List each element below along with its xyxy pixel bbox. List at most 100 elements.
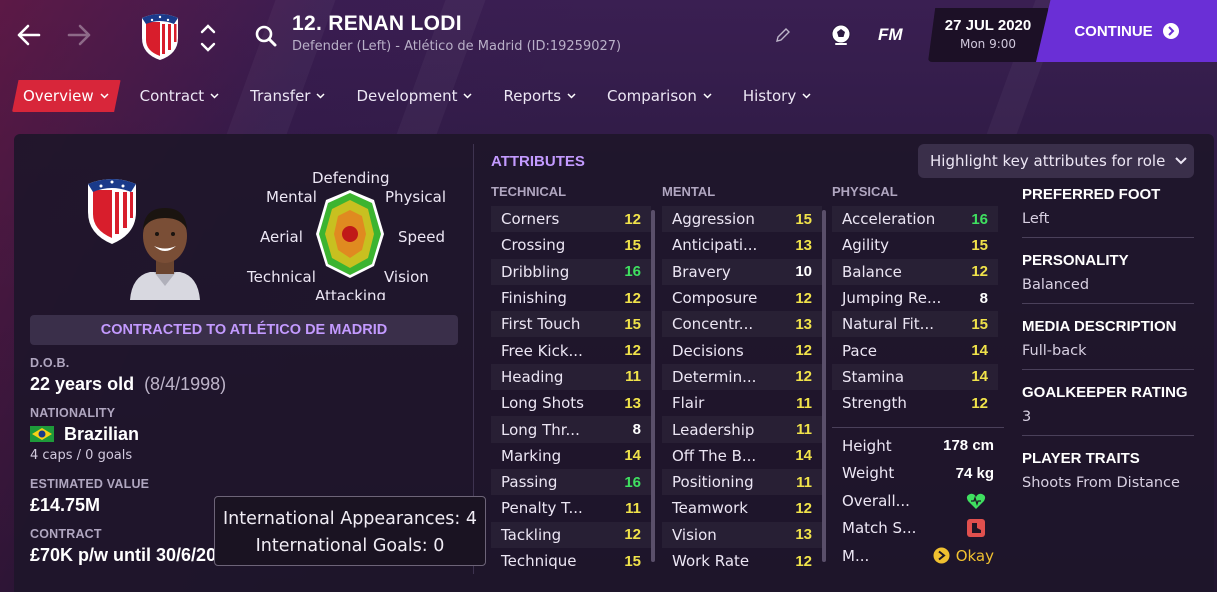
attribute-row[interactable]: Free Kick... 12 [491,337,651,363]
attribute-row[interactable]: Agility 15 [832,232,998,258]
football-icon[interactable] [828,22,854,48]
attribute-value: 13 [795,236,812,254]
attribute-value: 12 [624,289,641,307]
attribute-name: Dribbling [501,262,570,281]
chevron-down-icon [1175,157,1188,165]
attribute-row[interactable]: Natural Fit... 15 [832,311,998,338]
back-arrow-icon[interactable] [12,18,46,52]
attribute-row[interactable]: Concentr... 13 [662,311,822,338]
forward-arrow-icon[interactable] [62,18,96,52]
age-value: 22 years old (8/4/1998) [30,374,226,395]
fm-logo[interactable]: FM [878,25,903,45]
attribute-row[interactable]: Aggression 15 [662,206,822,233]
overall-condition-row[interactable]: Overall... [832,487,1004,515]
chevron-down-icon [463,93,472,99]
polar-label-speed: Speed [398,228,446,246]
attribute-row[interactable]: Jumping Re... 8 [832,285,998,311]
attribute-row[interactable]: Leadership 11 [662,416,822,443]
continue-button[interactable]: CONTINUE [1036,0,1217,62]
contract-label: CONTRACT [30,527,102,541]
attribute-row[interactable]: Long Thr... 8 [491,416,651,443]
scrollbar[interactable] [651,210,655,562]
attribute-row[interactable]: Corners 12 [491,206,651,233]
attribute-name: First Touch [501,315,581,334]
attribute-row[interactable]: Strength 12 [832,390,998,416]
attribute-value: 12 [624,210,641,228]
personality-value[interactable]: Balanced [1022,277,1194,293]
media-description-block: MEDIA DESCRIPTION Full-back [1022,318,1194,370]
polar-label-defending: Defending [312,169,390,187]
tab-comparison[interactable]: Comparison [596,80,724,112]
attribute-row[interactable]: Passing 16 [491,468,651,496]
attribute-row[interactable]: Bravery 10 [662,258,822,285]
attribute-value: 13 [795,526,812,544]
media-description-value[interactable]: Full-back [1022,343,1194,359]
attribute-row[interactable]: Technique 15 [491,548,651,574]
tab-history[interactable]: History [732,80,823,112]
tab-reports[interactable]: Reports [492,80,588,112]
attribute-value: 15 [971,315,988,333]
tab-transfer[interactable]: Transfer [239,80,337,112]
attribute-name: Off The B... [672,446,757,465]
preferred-foot-block: PREFERRED FOOT Left [1022,186,1194,238]
attribute-value: 14 [971,342,988,360]
pencil-icon[interactable] [774,26,792,44]
tab-label: Comparison [607,87,697,105]
preferred-foot-label: PREFERRED FOOT [1022,186,1161,203]
tab-contract[interactable]: Contract [129,80,232,112]
attribute-value: 14 [971,368,988,386]
attribute-value: 8 [632,421,641,439]
game-date[interactable]: 27 JUL 2020 Mon 9:00 [928,8,1048,62]
attribute-name: Long Thr... [501,420,580,439]
attribute-name: Flair [672,394,705,413]
technical-list: Corners 12 Crossing 15 Dribbling 16 Finishing 1… [491,206,651,574]
attribute-row[interactable]: Finishing 12 [491,285,651,311]
attribute-row[interactable]: Tackling 12 [491,521,651,548]
attribute-row[interactable]: Balance 12 [832,258,998,285]
tab-label: History [742,87,797,105]
attribute-name: Leadership [672,420,755,439]
weight-row: Weight 74 kg [832,460,1004,488]
player-info-column: PREFERRED FOOT Left PERSONALITY Balanced… [1022,186,1194,515]
attribute-row[interactable]: Penalty T... 11 [491,495,651,521]
attribute-row[interactable]: Stamina 14 [832,363,998,391]
search-icon[interactable] [254,24,278,48]
attribute-row[interactable]: Acceleration 16 [832,206,998,233]
tab-overview[interactable]: Overview [12,80,121,112]
attribute-row[interactable]: Marking 14 [491,443,651,469]
attribute-row[interactable]: Composure 12 [662,285,822,311]
attribute-row[interactable]: Crossing 15 [491,232,651,258]
caps-text[interactable]: 4 caps / 0 goals [30,448,132,463]
player-trait-item[interactable]: Shoots From Distance [1022,475,1194,491]
attribute-row[interactable]: Long Shots 13 [491,390,651,416]
attribute-row[interactable]: Heading 11 [491,363,651,391]
attribute-row[interactable]: Determin... 12 [662,363,822,391]
match-sharpness-row[interactable]: Match S... [832,515,1004,543]
attribute-value: 15 [624,236,641,254]
attribute-name: Concentr... [672,315,754,334]
attribute-row[interactable]: Flair 11 [662,390,822,416]
weight-label: Weight [842,464,895,483]
attribute-row[interactable]: First Touch 15 [491,311,651,338]
morale-row[interactable]: M... Okay [832,542,1004,570]
tab-development[interactable]: Development [345,80,484,112]
attribute-row[interactable]: Off The B... 14 [662,443,822,469]
tooltip-line: International Appearances: 4 [222,509,478,529]
attribute-row[interactable]: Anticipati... 13 [662,232,822,258]
dob-label: D.O.B. [30,356,70,370]
attribute-polar-chart: Defending Physical Speed Vision Attackin… [244,166,456,300]
attribute-row[interactable]: Dribbling 16 [491,258,651,285]
club-badge-icon[interactable] [138,8,182,62]
attribute-row[interactable]: Vision 13 [662,521,822,548]
highlight-role-dropdown[interactable]: Highlight key attributes for role [918,144,1194,178]
attribute-row[interactable]: Pace 14 [832,337,998,363]
attribute-row[interactable]: Teamwork 12 [662,495,822,521]
contract-status-bar[interactable]: CONTRACTED TO ATLÉTICO DE MADRID [30,315,458,345]
nationality-value[interactable]: Brazilian [30,424,139,445]
player-switch-chevrons-icon[interactable] [198,20,218,56]
scrollbar[interactable] [822,210,826,562]
attribute-row[interactable]: Positioning 11 [662,468,822,496]
attribute-row[interactable]: Work Rate 12 [662,548,822,574]
attribute-name: Teamwork [672,499,748,518]
attribute-row[interactable]: Decisions 12 [662,337,822,363]
